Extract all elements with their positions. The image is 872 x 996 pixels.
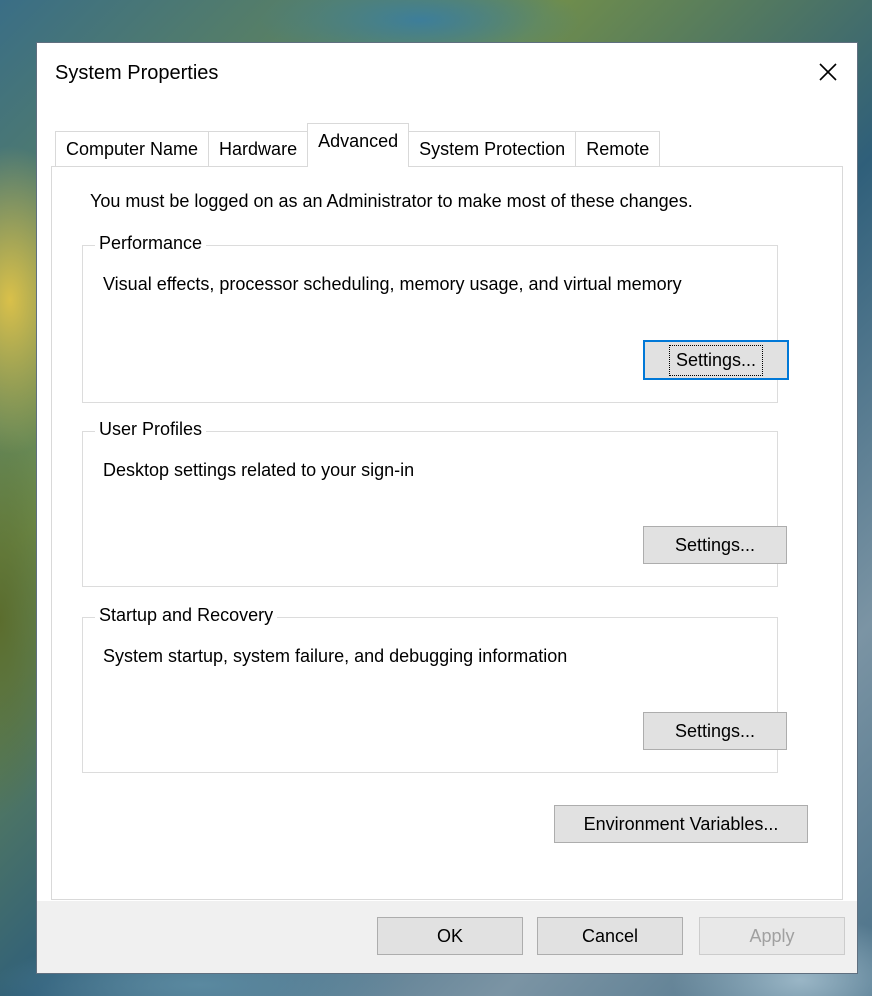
user-profiles-legend: User Profiles (95, 419, 207, 440)
tab-system-protection[interactable]: System Protection (408, 131, 577, 167)
user-profiles-settings-button[interactable]: Settings... (643, 526, 787, 564)
ok-button[interactable]: OK (377, 917, 523, 955)
dialog-footer: OK Cancel Apply (37, 901, 857, 973)
tab-strip: Computer Name Hardware Advanced System P… (55, 123, 661, 167)
tab-hardware[interactable]: Hardware (208, 131, 309, 167)
performance-group: Performance Visual effects, processor sc… (82, 233, 789, 403)
system-properties-dialog: System Properties Computer Name Hardware… (36, 42, 858, 974)
close-button[interactable] (799, 43, 857, 101)
tab-remote[interactable]: Remote (575, 131, 661, 167)
startup-recovery-settings-button[interactable]: Settings... (643, 712, 787, 750)
admin-note: You must be logged on as an Administrato… (90, 191, 693, 211)
tab-advanced[interactable]: Advanced (307, 123, 410, 167)
performance-description: Visual effects, processor scheduling, me… (103, 274, 682, 294)
window-title: System Properties (55, 62, 219, 84)
startup-recovery-description: System startup, system failure, and debu… (103, 646, 568, 666)
startup-recovery-legend: Startup and Recovery (95, 605, 278, 626)
performance-legend: Performance (95, 233, 207, 254)
advanced-tab-panel: You must be logged on as an Administrato… (51, 166, 843, 900)
startup-recovery-group: Startup and Recovery System startup, sys… (82, 605, 787, 773)
title-bar[interactable]: System Properties (37, 43, 857, 105)
tab-computer-name[interactable]: Computer Name (55, 131, 210, 167)
performance-settings-label: Settings... (668, 344, 764, 376)
user-profiles-description: Desktop settings related to your sign-in (103, 460, 415, 480)
performance-settings-button[interactable]: Settings... (643, 340, 789, 380)
environment-variables-button[interactable]: Environment Variables... (554, 805, 808, 843)
cancel-button[interactable]: Cancel (537, 917, 683, 955)
user-profiles-group: User Profiles Desktop settings related t… (82, 419, 787, 587)
close-icon (819, 63, 837, 81)
apply-button[interactable]: Apply (699, 917, 845, 955)
